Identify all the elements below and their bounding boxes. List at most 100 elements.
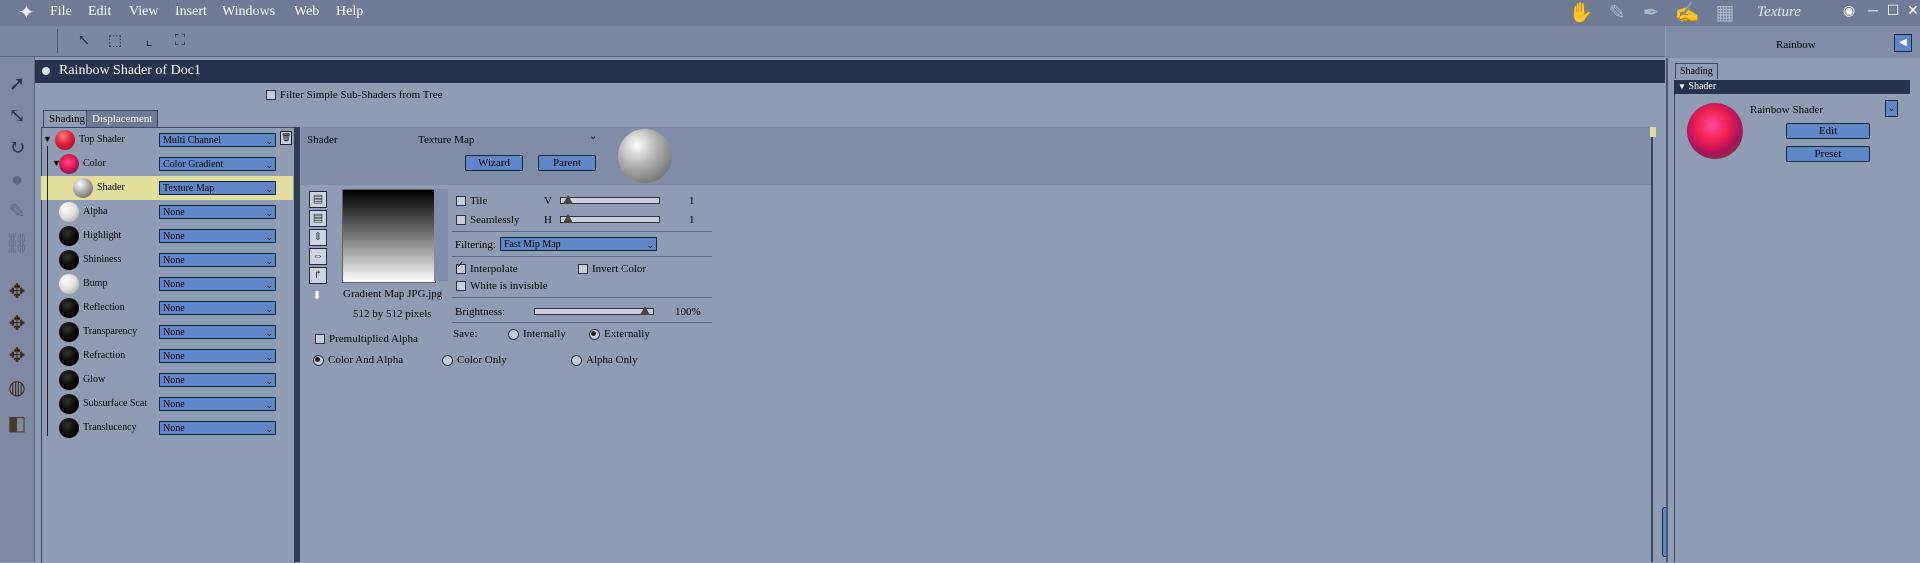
- h-slider[interactable]: [560, 214, 660, 223]
- tree-row-dropdown[interactable]: Texture Map ⌄: [159, 181, 276, 195]
- app-logo-icon[interactable]: ✦: [18, 2, 42, 24]
- tree-row-dropdown[interactable]: Color Gradient ⌄: [159, 157, 276, 171]
- select-arrow-icon[interactable]: ↖: [74, 31, 94, 51]
- menu-edit[interactable]: Edit: [88, 4, 111, 20]
- menu-view[interactable]: View: [129, 4, 158, 20]
- v-slider-knob[interactable]: [563, 195, 573, 204]
- tab-shading[interactable]: Shading: [43, 110, 92, 128]
- tree-row[interactable]: Refraction None ⌄: [41, 344, 293, 368]
- interpolate-checkbox[interactable]: Interpolate: [456, 260, 518, 275]
- v-slider[interactable]: [560, 195, 660, 204]
- h-slider-knob[interactable]: [563, 214, 573, 223]
- seamlessly-checkbox[interactable]: Seamlessly: [456, 214, 520, 226]
- tree-row-dropdown[interactable]: Multi Channel ⌄: [159, 133, 276, 147]
- tree-row-dropdown[interactable]: None ⌄: [159, 325, 276, 339]
- tree-row[interactable]: Color Color Gradient ⌄: [41, 152, 293, 176]
- cube-tool-icon[interactable]: ◧: [4, 411, 30, 437]
- premultiplied-checkbox[interactable]: Premultiplied Alpha: [315, 333, 418, 345]
- flip-vertical-icon[interactable]: ⇕: [309, 229, 327, 246]
- tree-row-dropdown[interactable]: None ⌄: [159, 349, 276, 363]
- menu-file[interactable]: File: [50, 4, 72, 20]
- tree-row-dropdown[interactable]: None ⌄: [159, 229, 276, 243]
- edit-button[interactable]: Edit: [1786, 123, 1870, 139]
- expand-triangle-icon[interactable]: ▼: [52, 158, 61, 168]
- preset-button[interactable]: Preset: [1786, 146, 1870, 162]
- open-file-icon[interactable]: ▤: [309, 191, 327, 208]
- color-and-alpha-radio[interactable]: Color And Alpha: [313, 354, 403, 366]
- texture-room-icon[interactable]: ▦: [1712, 2, 1738, 24]
- wrench-room-icon[interactable]: ✎: [1604, 2, 1630, 24]
- tree-row[interactable]: Translucency None ⌄: [41, 416, 293, 440]
- tree-row[interactable]: Highlight None ⌄: [41, 224, 293, 248]
- tree-row-dropdown[interactable]: None ⌄: [159, 421, 276, 435]
- link-tool-icon[interactable]: ⛓: [4, 231, 30, 257]
- brightness-slider-knob[interactable]: [640, 306, 650, 315]
- brightness-slider[interactable]: [534, 306, 654, 315]
- scroll-marker[interactable]: [1650, 127, 1656, 137]
- scale-tool-icon[interactable]: ⤡: [4, 103, 30, 129]
- tree-row[interactable]: Shininess None ⌄: [41, 248, 293, 272]
- tree-row[interactable]: Bump None ⌄: [41, 272, 293, 296]
- trackball-tool-icon[interactable]: ◍: [4, 375, 30, 401]
- filtering-dropdown[interactable]: Fast Mip Map ⌄: [500, 237, 657, 251]
- menu-web[interactable]: Web: [294, 4, 319, 20]
- save-internally-radio[interactable]: Internally: [508, 328, 566, 340]
- menu-help[interactable]: Help: [336, 4, 363, 20]
- maximize-icon[interactable]: ☐: [1884, 3, 1902, 21]
- tile-checkbox[interactable]: Tile: [456, 195, 487, 207]
- pen-room-icon[interactable]: ✒: [1638, 2, 1664, 24]
- tree-row[interactable]: Subsurface Scat None ⌄: [41, 392, 293, 416]
- menu-windows[interactable]: Windows: [222, 4, 275, 20]
- tree-row-dropdown[interactable]: None ⌄: [159, 301, 276, 315]
- tree-row-dropdown[interactable]: None ⌄: [159, 373, 276, 387]
- splitter[interactable]: [294, 127, 300, 562]
- close-icon[interactable]: ✕: [1904, 3, 1920, 21]
- pen-tool-icon[interactable]: ✎: [4, 199, 30, 225]
- brush-room-icon[interactable]: ✍: [1674, 2, 1700, 24]
- filter-checkbox-box[interactable]: [266, 90, 276, 101]
- shader-menu-chevron-icon[interactable]: ⌄: [1885, 100, 1898, 117]
- menu-insert[interactable]: Insert: [175, 4, 207, 20]
- tree-row-dropdown[interactable]: None ⌄: [159, 397, 276, 411]
- tree-row[interactable]: Top Shader Multi Channel ⌄: [41, 128, 293, 152]
- sphere-tool-icon[interactable]: ●: [4, 167, 30, 193]
- right-section-header[interactable]: ▼ Shader: [1674, 80, 1910, 94]
- alpha-only-radio[interactable]: Alpha Only: [571, 354, 638, 366]
- load-image-icon[interactable]: ▤: [309, 210, 327, 227]
- corner-tool-icon[interactable]: ⌞: [139, 31, 159, 51]
- download-icon[interactable]: ⬇: [309, 289, 325, 304]
- color-only-radio[interactable]: Color Only: [442, 354, 507, 366]
- dolly-tool-icon[interactable]: ✥: [4, 311, 30, 337]
- right-tab-shading[interactable]: Shading: [1675, 63, 1718, 79]
- frame-tool-icon[interactable]: ⛶: [170, 31, 190, 51]
- minimize-icon[interactable]: ─: [1864, 3, 1882, 21]
- rotate-image-icon[interactable]: ↱: [309, 267, 327, 284]
- shader-type-chevron-icon[interactable]: ⌄: [589, 131, 597, 142]
- filter-subshaders-checkbox[interactable]: Filter Simple Sub-Shaders from Tree: [266, 89, 443, 101]
- rotate-tool-icon[interactable]: ↻: [4, 135, 30, 161]
- track-tool-icon[interactable]: ✥: [4, 343, 30, 369]
- save-externally-radio[interactable]: Externally: [589, 328, 650, 340]
- tree-row[interactable]: Alpha None ⌄: [41, 200, 293, 224]
- tab-displacement[interactable]: Displacement: [86, 110, 159, 128]
- panel-collapse-icon[interactable]: ◀: [1894, 34, 1912, 52]
- tree-row[interactable]: Reflection None ⌄: [41, 296, 293, 320]
- tree-row-dropdown[interactable]: None ⌄: [159, 205, 276, 219]
- tree-row[interactable]: Shader Texture Map ⌄: [41, 176, 293, 200]
- tree-row-dropdown[interactable]: None ⌄: [159, 253, 276, 267]
- parent-button[interactable]: Parent: [538, 155, 596, 171]
- eye-icon[interactable]: ◉: [1840, 3, 1858, 21]
- flip-horizontal-icon[interactable]: ⇔: [309, 248, 327, 265]
- tree-row[interactable]: Glow None ⌄: [41, 368, 293, 392]
- white-invisible-checkbox[interactable]: White is invisible: [456, 280, 548, 292]
- wizard-button[interactable]: Wizard: [465, 155, 523, 171]
- pan-tool-icon[interactable]: ✥: [4, 279, 30, 305]
- move-tool-icon[interactable]: ➚: [4, 71, 30, 97]
- tree-row-dropdown[interactable]: None ⌄: [159, 277, 276, 291]
- expand-triangle-icon[interactable]: ▼: [43, 134, 52, 144]
- invert-color-checkbox[interactable]: Invert Color: [578, 263, 646, 275]
- hand-room-icon[interactable]: ✋: [1568, 2, 1594, 24]
- tree-row[interactable]: Transparency None ⌄: [41, 320, 293, 344]
- bounding-box-icon[interactable]: ⬚: [105, 31, 125, 51]
- panel-close-icon[interactable]: [42, 67, 50, 75]
